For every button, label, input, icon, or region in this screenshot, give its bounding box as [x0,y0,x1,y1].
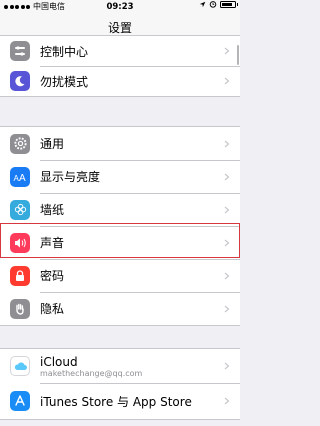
battery-level [222,2,233,6]
location-icon [199,1,206,7]
settings-row-privacy[interactable]: 隐私 [0,292,240,325]
settings-row-passcode[interactable]: 密码 [0,259,240,292]
settings-row-label: 通用 [40,137,65,151]
settings-row-label: iTunes Store 与 App Store [40,394,192,409]
wallpaper-icon [10,199,30,220]
alarm-icon [209,1,217,8]
settings-row-control-center[interactable]: 控制中心 [0,36,240,66]
settings-row-label: 密码 [40,269,65,283]
settings-row-general[interactable]: 通用 [0,127,240,160]
chevron-right-icon [224,47,230,55]
scroll-indicator [237,45,239,65]
chevron-right-icon [224,305,230,312]
settings-row-label: 勿扰模式 [40,74,89,89]
settings-row-sounds[interactable]: 声音 [0,226,240,259]
chevron-right-icon [224,140,230,147]
svg-text:A: A [19,173,26,183]
settings-row-do-not-disturb[interactable]: 勿扰模式 [0,66,240,96]
battery-icon [220,0,238,8]
chevron-right-icon [224,239,230,246]
icloud-icon [10,356,30,376]
status-bar: 中国电信 09:23 [0,0,240,14]
status-right [199,0,238,8]
control-center-icon [10,41,30,61]
settings-row-label: iCloud [40,354,78,369]
icloud-text: iCloud makethechange@qq.com [40,355,240,378]
chevron-right-icon [224,77,230,85]
display-brightness-icon: AA [10,166,30,187]
settings-row-label: 墙纸 [40,203,65,217]
settings-row-label: 控制中心 [40,44,89,59]
chevron-right-icon [224,272,230,279]
passcode-icon [10,265,30,286]
page-title: 设置 [107,21,132,35]
gear-icon [10,133,30,154]
app-store-icon [10,391,30,411]
settings-row-label: 隐私 [40,302,65,316]
settings-group-3: iCloud makethechange@qq.com iTunes Store… [0,348,240,420]
icloud-account-email: makethechange@qq.com [40,368,143,378]
settings-group-2: 通用 AA 显示与亮度 墙纸 声音 密码 隐私 [0,126,240,326]
chevron-right-icon [224,206,230,213]
settings-row-wallpaper[interactable]: 墙纸 [0,193,240,226]
settings-row-display-brightness[interactable]: AA 显示与亮度 [0,160,240,193]
settings-row-icloud[interactable]: iCloud makethechange@qq.com [0,349,240,383]
chevron-right-icon [224,362,230,370]
settings-row-itunes-app-store[interactable]: iTunes Store 与 App Store [0,383,240,419]
moon-icon [10,71,30,91]
settings-row-label: 显示与亮度 [40,170,101,184]
settings-row-label: 声音 [40,236,65,250]
hand-icon [10,298,30,319]
settings-group-1: 控制中心 勿扰模式 [0,35,240,97]
speaker-icon [10,232,30,253]
chevron-right-icon [224,397,230,405]
chevron-right-icon [224,173,230,180]
